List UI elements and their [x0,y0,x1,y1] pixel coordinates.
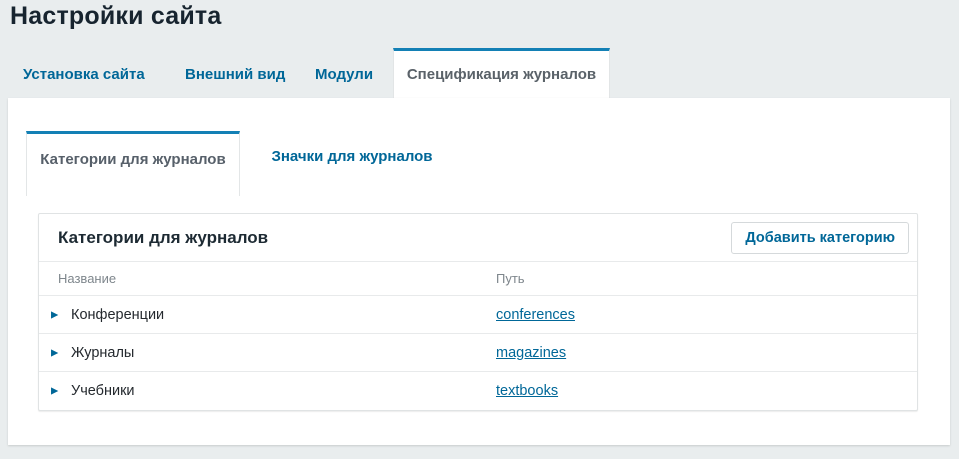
grid-title: Категории для журналов [58,227,269,247]
category-path-link[interactable]: textbooks [496,383,558,399]
page-title: Настройки сайта [10,2,222,30]
category-row: ▶ Конференции conferences [39,295,917,333]
column-header-name: Название [58,271,117,286]
tab-journal-specification-active[interactable]: Спецификация журналов [393,48,610,98]
subtab-journal-badges[interactable]: Значки для журналов [262,148,442,165]
site-settings-page: Настройки сайта Установка сайта Внешний … [0,0,959,459]
triangle-right-icon[interactable]: ▶ [51,310,58,320]
subtab-journal-categories-active[interactable]: Категории для журналов [26,131,240,196]
add-category-button[interactable]: Добавить категорию [731,221,909,254]
settings-panel: Категории для журналов Значки для журнал… [8,98,950,445]
triangle-right-icon[interactable]: ▶ [51,386,58,396]
tab-appearance[interactable]: Внешний вид [185,66,285,83]
category-row: ▶ Учебники textbooks [39,371,917,409]
tab-site-setup[interactable]: Установка сайта [23,66,145,83]
category-path-link[interactable]: magazines [496,345,566,361]
category-path-link[interactable]: conferences [496,307,575,323]
grid-column-headers: Название Путь [39,261,917,295]
categories-grid: Категории для журналов Добавить категори… [38,213,918,411]
grid-header: Категории для журналов Добавить категори… [39,214,917,261]
tab-plugins[interactable]: Модули [315,66,373,83]
triangle-right-icon[interactable]: ▶ [51,348,58,358]
column-header-path: Путь [496,271,525,286]
category-row: ▶ Журналы magazines [39,333,917,371]
